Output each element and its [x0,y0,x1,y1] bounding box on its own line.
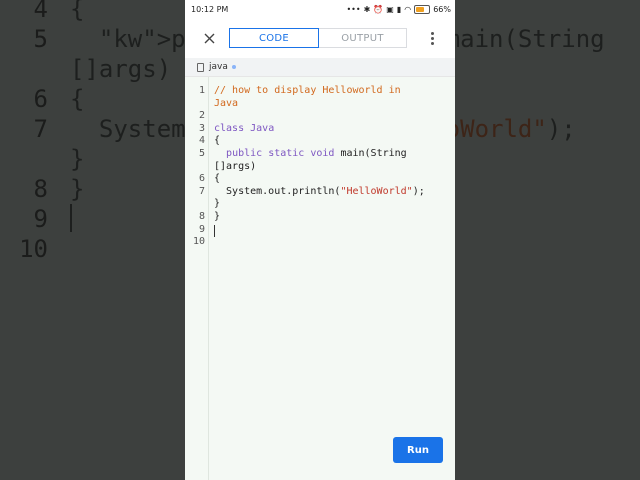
bg-line: 4{ [33,0,85,23]
line-number: 6 [198,173,205,185]
code-editor[interactable]: 1 // how to display Helloworld in Java 2 3 cl… [185,77,455,480]
tab-code[interactable]: CODE [229,28,319,48]
text-cursor [214,225,215,237]
status-icons: ••• ✱ ⏰ ▣ ▮ ◠ 66% [346,4,451,14]
bg-text-caret [70,204,72,232]
editor-toolbar: CODE OUTPUT [185,18,455,58]
line-number: 3 [198,122,205,134]
code-line: public static void main(String [226,148,407,159]
battery-percent: 66% [433,4,451,14]
code-line: } [214,198,221,210]
line-number: 5 [198,148,205,159]
code-line: class Java [214,122,275,134]
unsaved-dot-icon [231,65,236,69]
wifi-icon: ◠ [404,4,412,14]
code-line: // how to display Helloworld in [214,85,401,96]
more-vert-icon [430,31,434,35]
status-time: 10:12 PM [191,4,229,14]
signal-icon: ▮ [396,4,402,14]
bg-line: } [70,145,85,173]
line-number: 10 [192,236,205,248]
code-line: } [214,211,221,222]
bg-line: 10 [19,235,48,263]
run-button[interactable]: Run [393,437,443,463]
code-line: { [214,135,221,147]
code-line: System.out.println("HelloWorld"); [214,185,425,197]
phone-screen: 10:12 PM ••• ✱ ⏰ ▣ ▮ ◠ 66% CODE OUTPUT j… [185,0,455,480]
file-tab[interactable]: java [185,58,455,77]
alarm-icon: ⏰ [373,4,384,14]
line-number: 4 [198,135,205,147]
line-number: 1 [198,85,205,96]
more-options-button[interactable] [425,28,439,48]
sim-icon: ▣ [386,4,394,14]
bg-line: 6{ [33,85,85,113]
battery-icon [414,4,431,14]
line-number: 2 [198,110,205,122]
status-bar: 10:12 PM ••• ✱ ⏰ ▣ ▮ ◠ 66% [185,0,455,18]
close-icon [204,33,214,43]
dots-icon: ••• [346,4,361,14]
code-line: { [214,173,221,185]
tab-output[interactable]: OUTPUT [319,28,407,48]
file-name: java [209,62,228,72]
bluetooth-icon: ✱ [363,4,371,14]
line-number: 8 [198,211,205,222]
line-number: 9 [198,223,205,235]
bg-line: 8} [33,175,85,203]
tab-bar: CODE OUTPUT [229,28,407,48]
close-button[interactable] [195,24,223,52]
bg-line: []args) [70,55,172,83]
code-line: Java [214,97,239,109]
code-line: []args) [214,160,257,172]
bg-line: 9 [33,205,48,233]
line-number: 7 [198,185,205,197]
file-icon [197,62,204,72]
